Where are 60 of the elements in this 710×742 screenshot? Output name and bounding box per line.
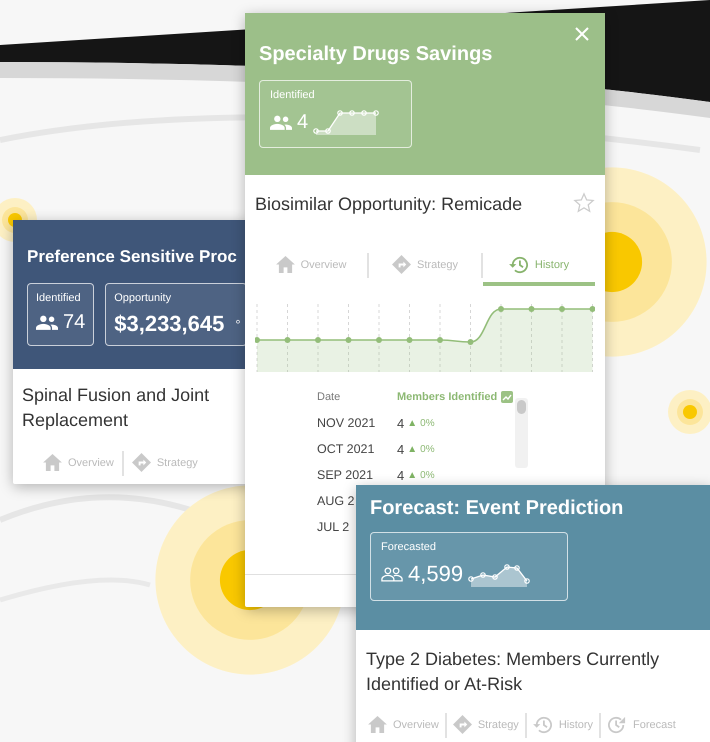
tab[interactable]: History — [483, 249, 595, 286]
sparkline-drawing — [313, 108, 380, 136]
date-cell-text: NOV 2021 — [317, 416, 376, 430]
stat-value: $3,233,645 — [114, 311, 224, 337]
change-percent: 0% — [420, 444, 435, 454]
tab[interactable]: Strategy — [124, 447, 206, 484]
tab[interactable]: History — [526, 709, 600, 742]
turn-sign-icon — [392, 255, 412, 274]
stat-suffix: ° — [235, 316, 241, 332]
card-header-title: Preference Sensitive Proc — [27, 247, 237, 267]
home-icon — [276, 256, 295, 273]
tab[interactable]: Strategy — [369, 249, 481, 286]
card-header-title: Specialty Drugs Savings — [259, 43, 492, 66]
tab[interactable]: Overview — [362, 709, 445, 742]
card-title: Spinal Fusion and Joint Replacement — [22, 384, 210, 432]
trend-arrow: ▲ — [407, 470, 418, 480]
card-title: Biosimilar Opportunity: Remicade — [255, 193, 522, 216]
home-icon — [368, 716, 387, 733]
close-button[interactable] — [573, 25, 591, 43]
scrollbar-thumb[interactable] — [517, 400, 526, 414]
scrollbar[interactable] — [515, 398, 528, 468]
count-cell: 4 — [397, 442, 404, 456]
column-header: Date — [317, 391, 342, 403]
trend-arrow: ▲ — [407, 444, 418, 454]
count-cell: 4 — [397, 416, 404, 430]
people-icon — [36, 315, 58, 330]
stat-value: 74 — [63, 311, 86, 334]
history-icon — [508, 256, 529, 274]
people-icon — [381, 566, 403, 582]
stat-value: 4 — [297, 110, 308, 134]
tab[interactable]: Overview — [255, 249, 367, 286]
date-cell-text: JUL 2 — [317, 520, 350, 534]
trend-arrow: ▲ — [407, 418, 418, 428]
home-icon — [43, 454, 62, 471]
stat-label: Forecasted — [381, 541, 436, 553]
favorite-star-button[interactable] — [573, 192, 595, 214]
card-header-title: Forecast: Event Prediction — [370, 497, 624, 520]
count-cell: 4 — [397, 468, 404, 482]
stat-value: 4,599 — [408, 561, 464, 587]
turn-sign-icon — [452, 715, 472, 734]
date-cell-text: SEP 2021 — [317, 468, 374, 482]
glow-circle-drawing — [668, 390, 710, 434]
column-header: Members Identified — [397, 391, 498, 403]
close-icon — [573, 25, 591, 43]
tab[interactable]: Overview — [35, 447, 122, 484]
star-icon — [573, 192, 595, 214]
tab[interactable]: Forecast — [601, 709, 682, 742]
history-icon — [532, 716, 553, 734]
stat-label: Identified — [270, 89, 315, 101]
tab[interactable]: Strategy — [446, 709, 525, 742]
trend-chart-icon — [501, 391, 514, 403]
people-icon — [270, 114, 292, 130]
card-title: Type 2 Diabetes: Members Currently Identified or At-Risk — [366, 648, 660, 696]
stat-label: Identified — [36, 292, 81, 304]
change-percent: 0% — [420, 418, 435, 428]
change-percent: 0% — [420, 470, 435, 480]
date-cell-text: OCT 2021 — [317, 442, 376, 456]
stat-label: Opportunity — [114, 292, 172, 304]
forecast-icon — [607, 716, 628, 734]
turn-sign-icon — [132, 453, 151, 472]
